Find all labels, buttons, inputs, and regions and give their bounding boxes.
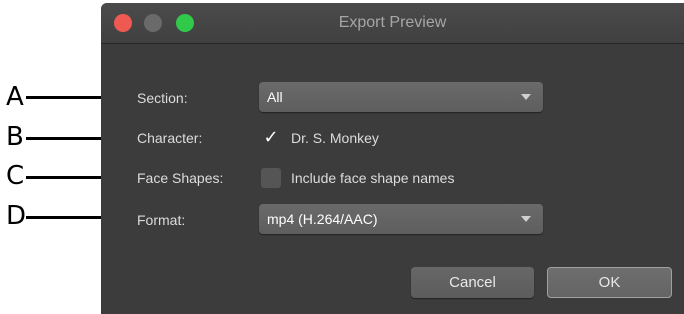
format-label: Format: <box>137 212 186 228</box>
checkmark-icon: ✓ <box>263 127 279 148</box>
format-value: mp4 (H.264/AAC) <box>267 211 378 227</box>
callout-b: B <box>6 122 24 152</box>
chevron-down-icon <box>521 216 531 222</box>
section-popup[interactable]: All <box>259 82 543 112</box>
face-shapes-option-label[interactable]: Include face shape names <box>291 170 454 186</box>
window-title: Export Preview <box>338 14 447 31</box>
export-preview-dialog: Export Preview Section: All Character: ✓… <box>101 3 684 314</box>
title-bar: Export Preview <box>101 3 684 44</box>
callout-c: C <box>6 161 25 191</box>
callout-d: D <box>6 201 27 231</box>
character-option-label[interactable]: Dr. S. Monkey <box>291 130 379 146</box>
face-shapes-checkbox[interactable] <box>261 168 281 188</box>
cancel-button[interactable]: Cancel <box>411 267 534 298</box>
character-checkbox[interactable]: ✓ <box>261 128 281 148</box>
character-label: Character: <box>137 130 203 146</box>
ok-button[interactable]: OK <box>547 267 672 298</box>
chevron-down-icon <box>521 94 531 100</box>
section-label: Section: <box>137 90 188 106</box>
section-value: All <box>267 89 283 105</box>
face-shapes-label: Face Shapes: <box>137 170 224 186</box>
callout-a: A <box>6 82 24 112</box>
format-popup[interactable]: mp4 (H.264/AAC) <box>259 204 543 234</box>
